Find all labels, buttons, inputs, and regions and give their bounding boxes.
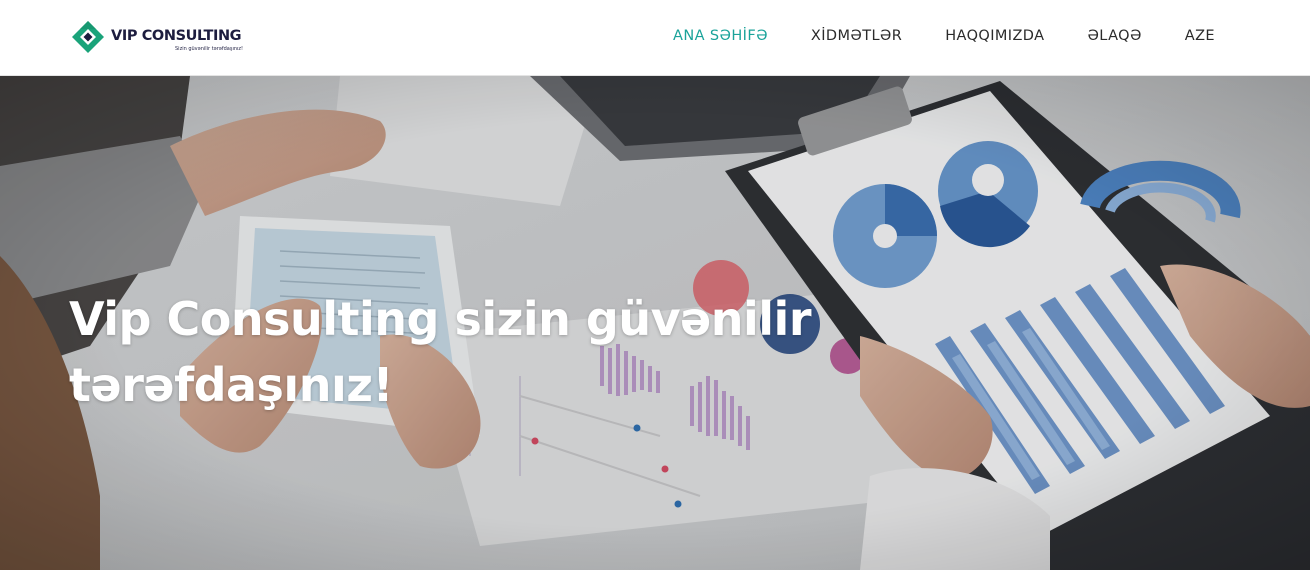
hero-banner: Vip Consulting sizin güvənilir tərəfdaşı… (0, 76, 1310, 570)
nav-item-services[interactable]: XİDMƏTLƏR (811, 28, 902, 44)
nav-item-contact[interactable]: ƏLAQƏ (1087, 28, 1141, 44)
nav-item-home[interactable]: ANA SƏHİFƏ (673, 28, 768, 44)
nav-item-about[interactable]: HAQQIMIZDA (945, 28, 1044, 44)
hero-title: Vip Consulting sizin güvənilir tərəfdaşı… (69, 292, 812, 412)
site-logo[interactable]: VIP CONSULTING Sizin güvənilir tərəfdaşı… (71, 20, 261, 56)
main-nav: ANA SƏHİFƏ XİDMƏTLƏR HAQQIMIZDA ƏLAQƏ AZ… (630, 0, 1215, 72)
logo-name: VIP CONSULTING (111, 28, 242, 44)
logo-diamond-icon (72, 21, 104, 53)
nav-item-language[interactable]: AZE (1185, 28, 1215, 44)
site-header: VIP CONSULTING Sizin güvənilir tərəfdaşı… (0, 0, 1310, 76)
logo-tagline: Sizin güvənilir tərəfdaşınız! (175, 46, 244, 52)
